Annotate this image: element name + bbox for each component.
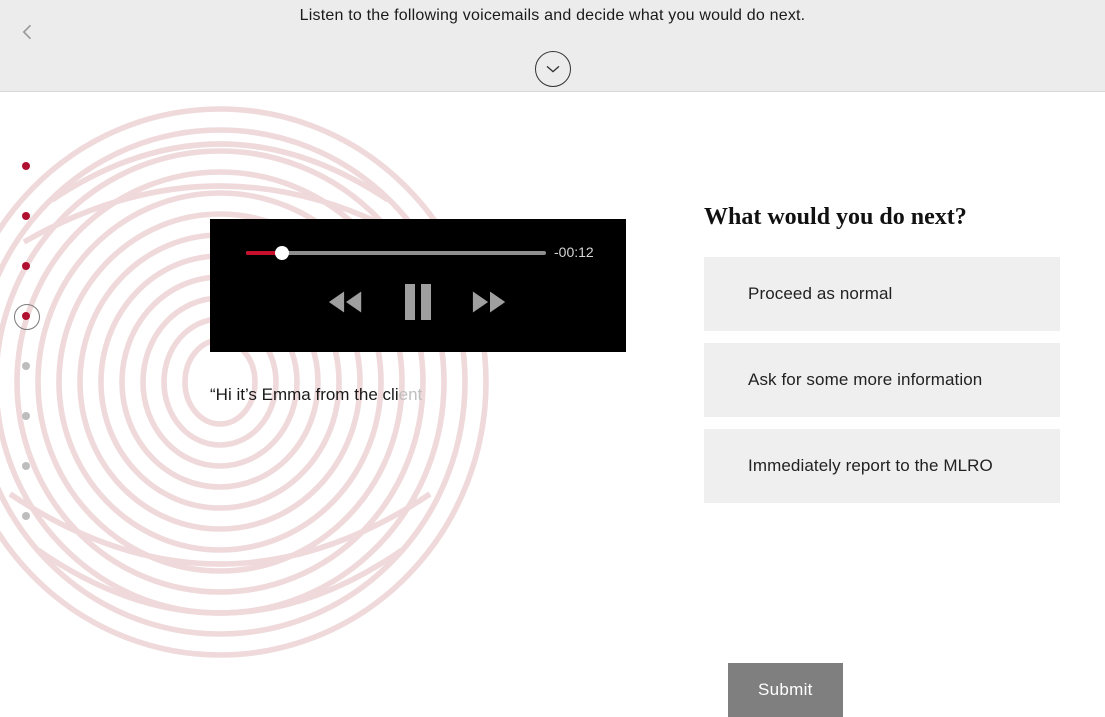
instruction-text: Listen to the following voicemails and d…: [0, 0, 1105, 25]
content-area: -00:12 “Hi it’s Emma from the client Wha…: [0, 92, 1105, 648]
audio-progress-track[interactable]: [246, 251, 546, 255]
progress-dot-1[interactable]: [22, 162, 30, 170]
answer-option-2[interactable]: Ask for some more information: [704, 343, 1060, 417]
progress-dot-2[interactable]: [22, 212, 30, 220]
progress-dot-4[interactable]: [22, 312, 30, 320]
step-progress-indicator: [22, 162, 30, 520]
progress-dot-5[interactable]: [22, 362, 30, 370]
progress-dot-7[interactable]: [22, 462, 30, 470]
audio-progress-thumb[interactable]: [275, 246, 289, 260]
back-arrow-icon[interactable]: [18, 22, 38, 42]
forward-button[interactable]: [471, 289, 509, 315]
rewind-button[interactable]: [327, 289, 365, 315]
transcript-visible: “Hi it’s Emma from the cli: [210, 385, 399, 404]
time-remaining-label: -00:12: [554, 244, 594, 260]
submit-button[interactable]: Submit: [728, 663, 843, 717]
question-title: What would you do next?: [704, 204, 1060, 231]
answer-option-3[interactable]: Immediately report to the MLRO: [704, 429, 1060, 503]
player-controls: [210, 284, 626, 320]
progress-dot-3[interactable]: [22, 262, 30, 270]
fingerprint-background-icon: [0, 82, 500, 682]
progress-dot-8[interactable]: [22, 512, 30, 520]
header-bar: Listen to the following voicemails and d…: [0, 0, 1105, 92]
transcript-fading: ent: [399, 385, 423, 404]
progress-dot-6[interactable]: [22, 412, 30, 420]
answer-option-1[interactable]: Proceed as normal: [704, 257, 1060, 331]
pause-button[interactable]: [403, 284, 433, 320]
audio-player: -00:12: [210, 219, 626, 352]
question-panel: What would you do next? Proceed as norma…: [704, 204, 1060, 515]
expand-chevron-button[interactable]: [535, 51, 571, 87]
transcript-text: “Hi it’s Emma from the client: [210, 385, 422, 405]
